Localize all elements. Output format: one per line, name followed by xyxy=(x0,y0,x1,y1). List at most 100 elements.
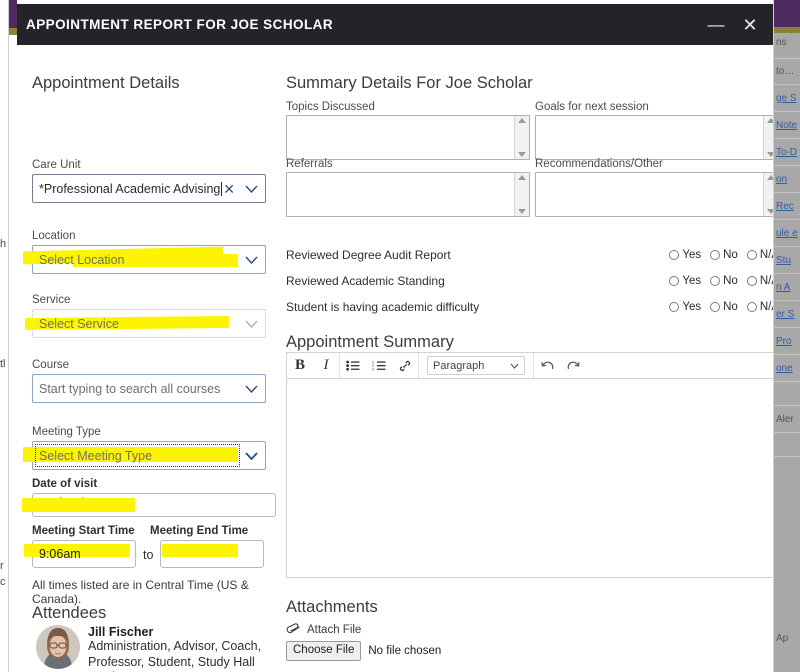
location-select[interactable]: Select Location xyxy=(22,245,266,274)
scroll-up-icon[interactable] xyxy=(518,175,526,180)
radio-option-no[interactable]: No xyxy=(710,301,738,313)
attendees-heading: Attendees xyxy=(32,604,107,622)
background-list-link[interactable]: Stu xyxy=(776,255,800,266)
background-sliver-text: r xyxy=(0,560,4,572)
timezone-note: All times listed are in Central Time (US… xyxy=(32,578,249,606)
redo-icon[interactable] xyxy=(560,353,586,378)
date-of-visit-input[interactable]: 08/18/2023 xyxy=(22,493,276,517)
background-list-link[interactable]: ule e xyxy=(776,228,800,239)
background-list-link[interactable]: Note xyxy=(776,120,800,131)
radio-dot-icon[interactable] xyxy=(746,301,757,312)
radio-dot-icon[interactable] xyxy=(669,249,680,260)
background-list-link[interactable]: n A xyxy=(776,282,800,293)
italic-button[interactable]: I xyxy=(313,353,339,378)
recommendations-textarea[interactable] xyxy=(535,172,773,217)
goals-group: Goals for next session xyxy=(535,101,773,160)
scrollbar[interactable] xyxy=(763,173,773,216)
scrollbar[interactable] xyxy=(763,116,773,159)
undo-icon[interactable] xyxy=(534,353,560,378)
radio-dot-icon[interactable] xyxy=(710,275,721,286)
radio-dot-icon[interactable] xyxy=(710,249,721,260)
close-icon[interactable]: ✕ xyxy=(733,4,767,45)
radio-question: Reviewed Degree Audit Report xyxy=(286,247,451,262)
appointment-summary-input[interactable] xyxy=(287,379,773,577)
attach-file-row[interactable]: Attach File xyxy=(286,621,361,639)
background-sliver-text: tl xyxy=(0,358,6,370)
background-list-link[interactable]: Pro xyxy=(776,336,800,347)
radio-dot-icon[interactable] xyxy=(746,249,757,260)
scroll-up-icon[interactable] xyxy=(518,118,526,123)
radio-option-na[interactable]: N/A xyxy=(746,275,773,287)
chevron-down-icon[interactable] xyxy=(245,185,258,193)
background-list-link[interactable]: one xyxy=(776,363,800,374)
no-file-chosen-label: No file chosen xyxy=(368,644,442,657)
background-list-link[interactable]: er S xyxy=(776,309,800,320)
background-right-list: ns to… ge S Note To-D on Rec ule e Stu n… xyxy=(773,33,800,672)
scroll-down-icon[interactable] xyxy=(518,152,526,157)
clear-icon[interactable]: ✕ xyxy=(223,182,235,196)
chevron-down-icon[interactable] xyxy=(245,385,258,393)
course-label: Course xyxy=(32,359,70,371)
radio-row: Student is having academic difficulty Ye… xyxy=(286,295,773,318)
chevron-down-icon[interactable] xyxy=(245,451,258,460)
meeting-start-time-input[interactable]: 9:06am xyxy=(24,540,136,568)
date-of-visit-group: Date of visit 08/18/2023 xyxy=(22,478,276,517)
chevron-down-icon[interactable] xyxy=(510,360,519,372)
meeting-end-time-input[interactable] xyxy=(160,540,265,568)
chevron-down-icon[interactable] xyxy=(245,256,258,264)
bold-button[interactable]: B xyxy=(287,353,313,378)
toolbar-divider xyxy=(418,353,419,378)
referrals-textarea[interactable] xyxy=(286,172,530,217)
radio-option-yes[interactable]: Yes xyxy=(669,249,701,261)
summary-details-heading: Summary Details For Joe Scholar xyxy=(286,74,533,92)
background-list-link[interactable]: Rec xyxy=(776,201,800,212)
radio-dot-icon[interactable] xyxy=(746,275,757,286)
radio-option-yes[interactable]: Yes xyxy=(669,301,701,313)
choose-file-button[interactable]: Choose File xyxy=(286,641,362,661)
radio-option-yes[interactable]: Yes xyxy=(669,275,701,287)
meeting-type-group: Meeting Type Select Meeting Type xyxy=(23,426,266,470)
radio-question-list: Reviewed Degree Audit Report Yes No N/A … xyxy=(286,243,773,318)
scroll-up-icon[interactable] xyxy=(767,118,773,123)
link-icon[interactable] xyxy=(392,353,418,378)
service-select[interactable]: Select Service xyxy=(24,309,266,338)
background-list-link[interactable]: on xyxy=(776,174,800,185)
meeting-type-select[interactable]: Select Meeting Type xyxy=(23,441,266,470)
radio-option-no[interactable]: No xyxy=(710,275,738,287)
scrollbar[interactable] xyxy=(514,116,529,159)
topics-discussed-textarea[interactable] xyxy=(286,115,530,160)
block-format-value: Paragraph xyxy=(433,359,485,372)
location-label: Location xyxy=(32,230,76,242)
minimize-icon[interactable]: — xyxy=(699,4,733,45)
bullet-list-icon[interactable] xyxy=(340,353,366,378)
block-format-select[interactable]: Paragraph xyxy=(427,356,525,375)
scroll-down-icon[interactable] xyxy=(518,209,526,214)
radio-option-na[interactable]: N/A xyxy=(746,301,773,313)
highlight-mark xyxy=(22,498,135,512)
radio-dot-icon[interactable] xyxy=(669,301,680,312)
radio-option-na[interactable]: N/A xyxy=(746,249,773,261)
scroll-down-icon[interactable] xyxy=(767,209,773,214)
summary-details-column: Summary Details For Joe Scholar Topics D… xyxy=(275,45,773,672)
chevron-down-icon[interactable] xyxy=(245,320,258,328)
service-placeholder: Select Service xyxy=(39,316,119,331)
radio-dot-icon[interactable] xyxy=(669,275,680,286)
scroll-down-icon[interactable] xyxy=(767,152,773,157)
scrollbar[interactable] xyxy=(514,173,529,216)
referrals-group: Referrals xyxy=(286,158,530,217)
radio-label: Yes xyxy=(682,248,702,261)
radio-dot-icon[interactable] xyxy=(710,301,721,312)
care-unit-select[interactable]: *Professional Academic Advising ✕ xyxy=(32,174,266,203)
course-input[interactable]: Start typing to search all courses xyxy=(32,374,266,403)
scroll-up-icon[interactable] xyxy=(767,175,773,180)
background-list-link[interactable]: ge S xyxy=(776,93,800,104)
background-list-link[interactable]: To-D xyxy=(776,147,800,158)
service-label: Service xyxy=(32,294,71,306)
recommendations-label: Recommendations/Other xyxy=(535,158,663,170)
course-group: Course Start typing to search all course… xyxy=(32,359,266,403)
radio-option-no[interactable]: No xyxy=(710,249,738,261)
file-picker-row: Choose File No file chosen xyxy=(286,641,441,661)
goals-textarea[interactable] xyxy=(535,115,773,160)
date-of-visit-label: Date of visit xyxy=(32,478,98,490)
numbered-list-icon[interactable]: 1 2 3 xyxy=(366,353,392,378)
